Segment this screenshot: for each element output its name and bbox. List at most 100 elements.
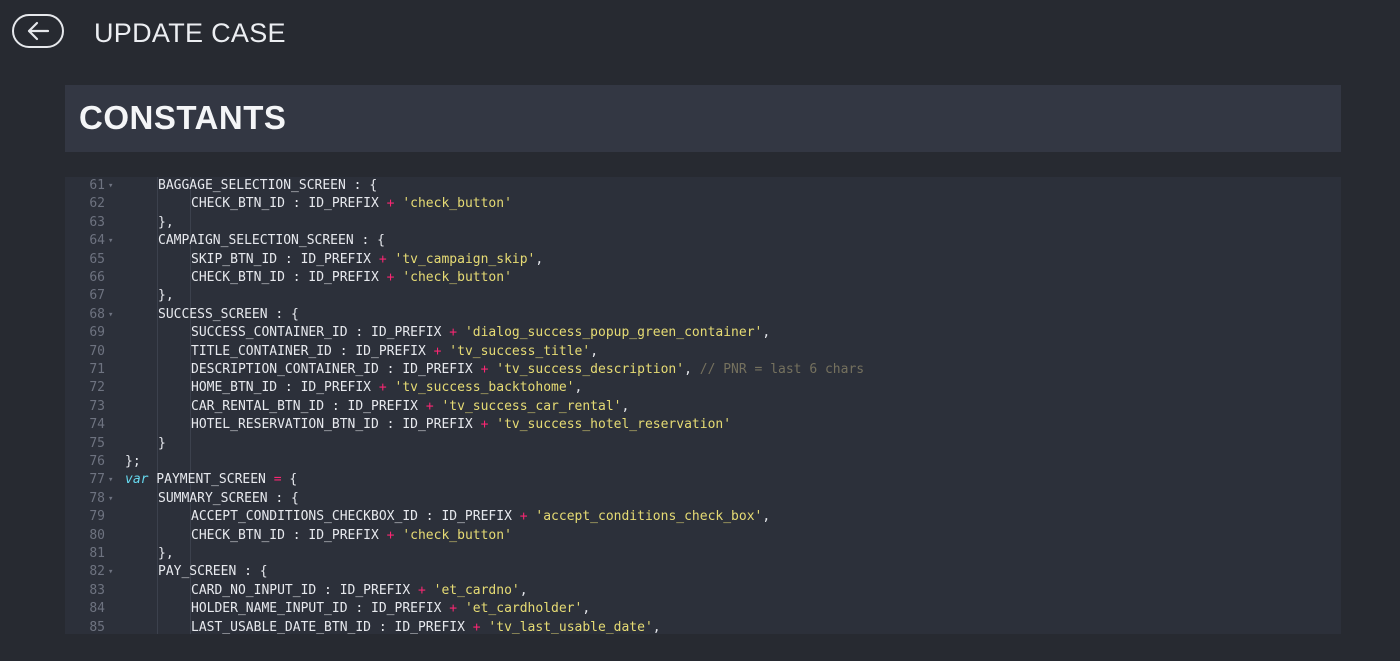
- code-token: SUCCESS_CONTAINER_ID : ID_PREFIX: [191, 325, 450, 341]
- code-line: 81},: [65, 545, 1341, 563]
- line-number: 80: [89, 527, 105, 543]
- code-token: },: [158, 546, 174, 561]
- code-token: 'et_cardno': [433, 582, 520, 598]
- code-line: 85 LAST_USABLE_DATE_BTN_ID : ID_PREFIX + …: [65, 619, 1341, 634]
- code-token: ,: [535, 251, 544, 267]
- line-number: 63: [89, 214, 105, 230]
- code-token: SUCCESS_SCREEN : {: [158, 306, 299, 322]
- code-text: SKIP_BTN_ID : ID_PREFIX + 'tv_campaign_s…: [191, 251, 543, 269]
- code-token: ACCEPT_CONDITIONS_CHECKBOX_ID : ID_PREFI…: [191, 509, 520, 525]
- line-number: 61: [89, 178, 105, 193]
- code-token: +: [449, 601, 458, 617]
- code-token: +: [386, 527, 395, 543]
- code-token: +: [386, 270, 395, 285]
- code-line: 74 HOTEL_RESERVATION_BTN_ID : ID_PREFIX +…: [65, 416, 1341, 434]
- code-text: CARD_NO_INPUT_ID : ID_PREFIX + 'et_cardn…: [191, 582, 528, 600]
- code-token: },: [158, 288, 174, 304]
- code-line: 82 ▾ PAY_SCREEN : {: [65, 563, 1341, 581]
- line-number: 72: [89, 380, 105, 396]
- code-line: 79 ACCEPT_CONDITIONS_CHECKBOX_ID : ID_PRE…: [65, 508, 1341, 526]
- code-token: 'tv_last_usable_date': [488, 619, 653, 634]
- line-number: 78: [89, 490, 105, 506]
- fold-toggle-icon[interactable]: ▾: [108, 471, 113, 489]
- code-line: 71 DESCRIPTION_CONTAINER_ID : ID_PREFIX +…: [65, 361, 1341, 379]
- code-token: 'tv_success_title': [449, 343, 591, 359]
- code-editor[interactable]: 61 ▾ BAGGAGE_SELECTION_SCREEN : {62 CHECK_B…: [65, 177, 1341, 634]
- code-token: 'tv_campaign_skip': [394, 251, 536, 267]
- code-line: 80 CHECK_BTN_ID : ID_PREFIX + 'check_butt…: [65, 527, 1341, 545]
- code-line: 76};: [65, 453, 1341, 471]
- line-number: 69: [89, 325, 105, 341]
- arrow-left-icon: [27, 21, 50, 41]
- code-token: CHECK_BTN_ID : ID_PREFIX: [191, 527, 387, 543]
- line-number: 62: [89, 196, 105, 212]
- code-text: SUMMARY_SCREEN : {: [158, 490, 299, 508]
- code-line: 66 CHECK_BTN_ID : ID_PREFIX + 'check_butt…: [65, 269, 1341, 287]
- fold-toggle-icon[interactable]: ▾: [108, 177, 113, 195]
- line-number: 77: [89, 472, 105, 488]
- code-token: CARD_NO_INPUT_ID : ID_PREFIX: [191, 582, 418, 598]
- page-title: UPDATE CASE: [94, 18, 286, 48]
- code-token: ,: [762, 325, 771, 341]
- code-text: var PAYMENT_SCREEN = {: [125, 471, 297, 489]
- line-number: 65: [89, 251, 105, 267]
- code-token: +: [417, 582, 426, 598]
- code-line: 68 ▾ SUCCESS_SCREEN : {: [65, 306, 1341, 324]
- code-text: CHECK_BTN_ID : ID_PREFIX + 'check_button…: [191, 527, 512, 545]
- code-token: +: [378, 380, 387, 396]
- fold-toggle-icon[interactable]: ▾: [108, 490, 113, 508]
- line-number: 81: [89, 546, 105, 561]
- code-text: DESCRIPTION_CONTAINER_ID : ID_PREFIX + '…: [191, 361, 864, 379]
- code-token: 'check_button': [402, 196, 512, 212]
- code-text: CAMPAIGN_SELECTION_SCREEN : {: [158, 232, 385, 250]
- line-number: 74: [89, 417, 105, 433]
- code-token: =: [273, 472, 282, 488]
- code-line: 77 ▾ var PAYMENT_SCREEN = {: [65, 471, 1341, 489]
- code-token: +: [378, 251, 387, 267]
- code-line: 64 ▾ CAMPAIGN_SELECTION_SCREEN : {: [65, 232, 1341, 250]
- code-line: 67},: [65, 287, 1341, 305]
- code-token: SKIP_BTN_ID : ID_PREFIX: [191, 251, 379, 267]
- fold-toggle-icon[interactable]: ▾: [108, 306, 113, 324]
- code-line: 65 SKIP_BTN_ID : ID_PREFIX + 'tv_campaign…: [65, 251, 1341, 269]
- code-token: ,: [574, 380, 583, 396]
- code-text: CHECK_BTN_ID : ID_PREFIX + 'check_button…: [191, 195, 512, 213]
- code-token: 'tv_success_backtohome': [394, 380, 575, 396]
- code-text: CAR_RENTAL_BTN_ID : ID_PREFIX + 'tv_succ…: [191, 398, 629, 416]
- line-number: 64: [89, 233, 105, 249]
- line-number: 68: [89, 306, 105, 322]
- line-number: 76: [89, 454, 105, 469]
- code-token: ,: [762, 509, 771, 525]
- fold-toggle-icon[interactable]: ▾: [108, 232, 113, 250]
- code-token: +: [386, 196, 395, 212]
- code-token: // PNR = last 6 chars: [699, 362, 865, 377]
- top-bar: UPDATE CASE: [0, 0, 1400, 70]
- code-token: +: [425, 398, 434, 414]
- code-token: 'tv_success_hotel_reservation': [496, 417, 732, 433]
- back-button[interactable]: [12, 14, 64, 48]
- code-token: ,: [652, 619, 661, 634]
- fold-toggle-icon[interactable]: ▾: [108, 563, 113, 581]
- code-token: BAGGAGE_SELECTION_SCREEN : {: [158, 178, 378, 193]
- code-token: ,: [684, 362, 700, 377]
- line-number: 71: [89, 362, 105, 377]
- code-text: BAGGAGE_SELECTION_SCREEN : {: [158, 177, 377, 195]
- code-line: 78 ▾ SUMMARY_SCREEN : {: [65, 490, 1341, 508]
- section-header: CONSTANTS: [65, 85, 1341, 152]
- code-line: 83 CARD_NO_INPUT_ID : ID_PREFIX + 'et_car…: [65, 582, 1341, 600]
- line-number: 83: [89, 582, 105, 598]
- code-token: var: [125, 472, 149, 488]
- line-number: 67: [89, 288, 105, 304]
- line-number: 82: [89, 564, 105, 580]
- code-token: 'check_button': [402, 270, 512, 285]
- code-token: 'check_button': [402, 527, 512, 543]
- code-token: ,: [590, 343, 599, 359]
- code-token: HOTEL_RESERVATION_BTN_ID : ID_PREFIX: [191, 417, 481, 433]
- code-text: SUCCESS_CONTAINER_ID : ID_PREFIX + 'dial…: [191, 324, 770, 342]
- code-token: {: [281, 472, 298, 488]
- code-text: },: [158, 287, 174, 305]
- code-token: HOME_BTN_ID : ID_PREFIX: [191, 380, 379, 396]
- code-text: PAY_SCREEN : {: [158, 563, 268, 581]
